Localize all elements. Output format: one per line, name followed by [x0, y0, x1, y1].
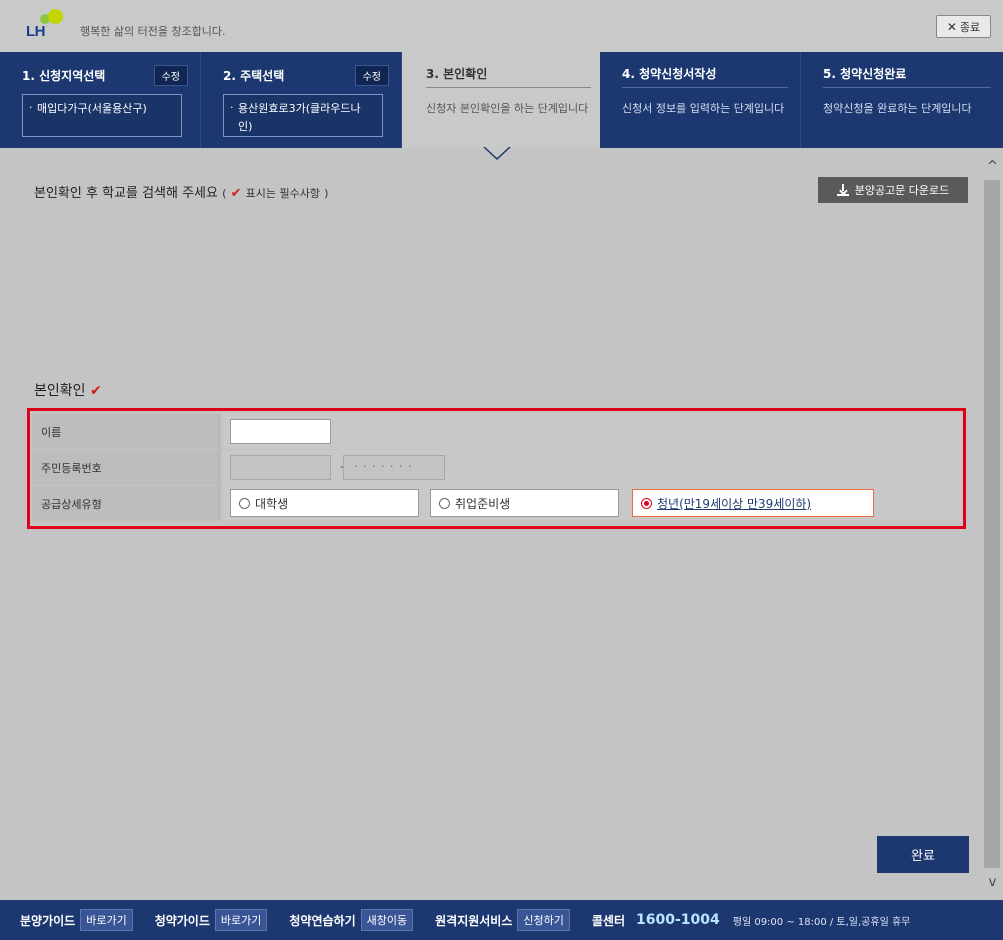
step-3-divider [426, 87, 591, 88]
footer-apply-guide: 청약가이드 바로가기 [155, 909, 268, 931]
lh-logo: LH [26, 9, 78, 43]
step-progress-bar: 1. 신청지역선택 수정 매입다가구(서울용산구) 2. 주택선택 수정 용산원… [0, 52, 1003, 148]
app-header: LH 행복한 삶의 터전을 창조합니다. ✕ 종료 [0, 0, 1003, 52]
step-3-title: 3. 본인확인 [426, 67, 488, 81]
step-5-desc: 청약신청을 완료하는 단계입니다 [823, 102, 972, 115]
name-label: 이름 [32, 414, 220, 449]
step-2-title: 2. 주택선택 [223, 69, 285, 83]
rrn-back-input[interactable]: · · · · · · · [343, 455, 445, 480]
form-row-name: 이름 [32, 414, 961, 449]
section-title-text: 본인확인 [34, 383, 86, 399]
radio-icon [439, 497, 450, 509]
step-3-desc: 신청자 본인확인을 하는 단계입니다 [426, 102, 589, 115]
footer-remote-support: 원격지원서비스 신청하기 [435, 909, 570, 931]
download-icon [836, 184, 849, 196]
rrn-label: 주민등록번호 [32, 450, 220, 485]
form-row-rrn: 주민등록번호 - · · · · · · · [32, 450, 961, 485]
step-5-divider [823, 87, 991, 88]
footer-practice: 청약연습하기 새창이동 [289, 909, 414, 931]
step-3: 3. 본인확인 신청자 본인확인을 하는 단계입니다 [402, 52, 600, 148]
footer-call-center: 콜센터 1600-1004 평일 09:00 ~ 18:00 / 토,일,공휴일… [592, 912, 911, 929]
scroll-down-icon[interactable]: v [982, 872, 1003, 892]
call-center-hours: 평일 09:00 ~ 18:00 / 토,일,공휴일 휴무 [732, 916, 911, 928]
footer-bar: 분양가이드 바로가기 청약가이드 바로가기 청약연습하기 새창이동 원격지원서비… [0, 900, 1003, 940]
supply-type-youth[interactable]: 청년(만19세이상 만39세이하) [632, 489, 874, 517]
complete-button[interactable]: 완료 [877, 836, 969, 873]
required-check-icon: ✔ [230, 186, 242, 201]
required-open: ( [222, 187, 227, 200]
slogan: 행복한 삶의 터전을 창조합니다. [80, 25, 226, 38]
step-5: 5. 청약신청완료 청약신청을 완료하는 단계입니다 [801, 52, 1003, 148]
rrn-front-input[interactable] [230, 455, 331, 480]
scrollbar[interactable]: ^ v [982, 148, 1003, 900]
step-1: 1. 신청지역선택 수정 매입다가구(서울용산구) [0, 52, 201, 148]
name-input[interactable] [230, 419, 331, 444]
step-4-divider [622, 87, 788, 88]
footer-sale-guide-button[interactable]: 바로가기 [80, 909, 133, 931]
step-2-selection: 용산원효로3가(클라우드나인) [223, 94, 383, 137]
logo-dot-large [48, 9, 63, 24]
footer-remote-support-button[interactable]: 신청하기 [517, 909, 570, 931]
footer-sale-guide: 분양가이드 바로가기 [20, 909, 133, 931]
step-5-title: 5. 청약신청완료 [823, 67, 907, 81]
logo-text: LH [26, 23, 46, 40]
required-note: 표시는 필수사항 [245, 187, 320, 200]
scroll-thumb[interactable] [984, 180, 1000, 868]
identity-form: 이름 주민등록번호 - · · · · · · · 공급상세유형 대학생 취업준… [27, 408, 966, 529]
step-1-selection: 매입다가구(서울용산구) [22, 94, 182, 137]
supply-type-label: 공급상세유형 [32, 486, 220, 521]
section-title: 본인확인 ✔ [34, 380, 102, 400]
call-center-label: 콜센터 [591, 913, 625, 928]
section-required-check-icon: ✔ [89, 383, 102, 399]
radio-icon [239, 497, 250, 509]
supply-type-job-seeker[interactable]: 취업준비생 [430, 489, 619, 517]
step-2: 2. 주택선택 수정 용산원효로3가(클라우드나인) [201, 52, 402, 148]
close-label: 종료 [959, 20, 981, 34]
required-close: ) [324, 187, 329, 200]
footer-practice-button[interactable]: 새창이동 [360, 909, 414, 931]
footer-apply-guide-button[interactable]: 바로가기 [214, 909, 268, 931]
step-1-title: 1. 신청지역선택 [22, 69, 106, 83]
step-2-edit-button[interactable]: 수정 [354, 65, 389, 86]
instruction-main: 본인확인 후 학교를 검색해 주세요 [34, 186, 218, 201]
instruction-text: 본인확인 후 학교를 검색해 주세요 ( ✔ 표시는 필수사항 ) [34, 182, 328, 201]
call-center-number: 1600-1004 [636, 912, 720, 928]
download-notice-button[interactable]: 분양공고문 다운로드 [818, 177, 968, 203]
step-4-desc: 신청서 정보를 입력하는 단계입니다 [622, 102, 785, 115]
step-4: 4. 청약신청서작성 신청서 정보를 입력하는 단계입니다 [600, 52, 801, 148]
close-button[interactable]: ✕ 종료 [936, 15, 991, 38]
supply-type-university[interactable]: 대학생 [230, 489, 419, 517]
download-label: 분양공고문 다운로드 [854, 184, 950, 197]
close-icon: ✕ [946, 19, 957, 34]
scroll-up-icon[interactable]: ^ [982, 156, 1003, 176]
radio-selected-icon [641, 497, 652, 509]
step-4-title: 4. 청약신청서작성 [622, 67, 717, 81]
form-row-supply-type: 공급상세유형 대학생 취업준비생 청년(만19세이상 만39세이하) [32, 486, 961, 521]
step-1-edit-button[interactable]: 수정 [153, 65, 188, 86]
main-content: 본인확인 후 학교를 검색해 주세요 ( ✔ 표시는 필수사항 ) 분양공고문 … [0, 148, 982, 900]
